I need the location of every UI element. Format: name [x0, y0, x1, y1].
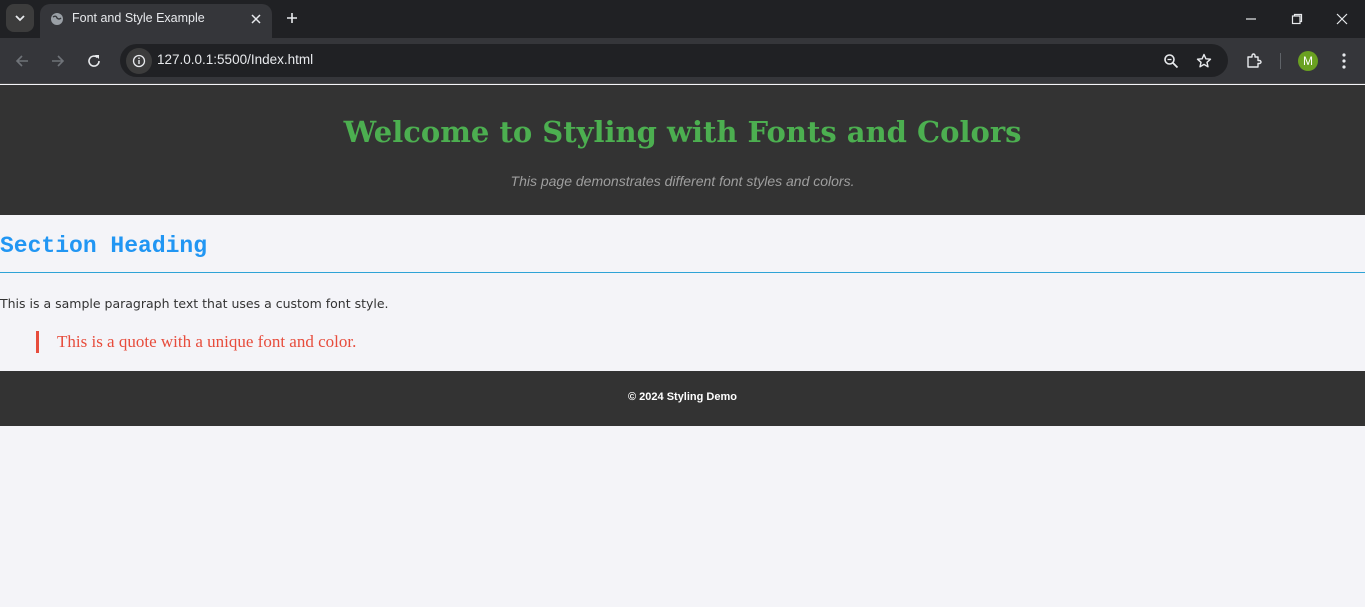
page-title: Welcome to Styling with Fonts and Colors	[343, 115, 1022, 149]
minimize-button[interactable]	[1228, 4, 1274, 34]
forward-arrow-icon	[52, 55, 65, 67]
url-text: 127.0.0.1:5500/Index.html	[157, 52, 314, 67]
bookmark-button[interactable]	[1194, 51, 1214, 71]
web-page: Welcome to Styling with Fonts and Colors…	[0, 85, 1365, 607]
tab-strip: Font and Style Example	[0, 0, 1365, 38]
section-divider	[0, 272, 1365, 273]
minimize-icon	[1246, 18, 1256, 20]
browser-menu-button[interactable]	[1333, 50, 1355, 72]
window-close-button[interactable]	[1319, 4, 1365, 34]
new-tab-button[interactable]	[282, 8, 302, 28]
page-subtitle: This page demonstrates different font st…	[510, 173, 855, 189]
info-icon	[132, 54, 146, 68]
extensions-button[interactable]	[1243, 50, 1265, 72]
plus-icon	[287, 13, 297, 23]
section-heading: Section Heading	[0, 233, 208, 259]
page-footer: © 2024 Styling Demo	[0, 371, 1365, 426]
page-header: Welcome to Styling with Fonts and Colors…	[0, 85, 1365, 215]
reload-button[interactable]	[82, 49, 106, 73]
browser-tab[interactable]: Font and Style Example	[40, 4, 272, 38]
window-close-icon	[1336, 13, 1348, 25]
tab-title: Font and Style Example	[72, 11, 205, 25]
footer-text: © 2024 Styling Demo	[628, 391, 737, 403]
profile-avatar[interactable]: M	[1298, 51, 1318, 71]
forward-button[interactable]	[46, 49, 70, 73]
tab-search-button[interactable]	[6, 4, 34, 32]
sample-paragraph: This is a sample paragraph text that use…	[0, 296, 389, 311]
globe-icon	[51, 13, 63, 25]
restore-icon	[1291, 13, 1303, 25]
zoom-icon	[1164, 54, 1179, 69]
more-vert-icon	[1342, 53, 1346, 69]
chevron-down-icon	[15, 15, 25, 22]
star-icon	[1196, 53, 1212, 68]
back-button[interactable]	[10, 49, 34, 73]
toolbar-divider	[1280, 53, 1281, 69]
styled-quote: This is a quote with a unique font and c…	[36, 331, 356, 353]
zoom-button[interactable]	[1161, 51, 1181, 71]
back-arrow-icon	[15, 55, 28, 67]
address-bar[interactable]: 127.0.0.1:5500/Index.html	[120, 44, 1228, 77]
close-icon	[251, 14, 261, 24]
restore-button[interactable]	[1274, 4, 1320, 34]
browser-toolbar: 127.0.0.1:5500/Index.html M	[0, 38, 1365, 84]
tab-close-button[interactable]	[248, 11, 264, 27]
puzzle-icon	[1247, 53, 1262, 68]
reload-icon	[88, 55, 100, 67]
site-info-button[interactable]	[126, 48, 152, 74]
